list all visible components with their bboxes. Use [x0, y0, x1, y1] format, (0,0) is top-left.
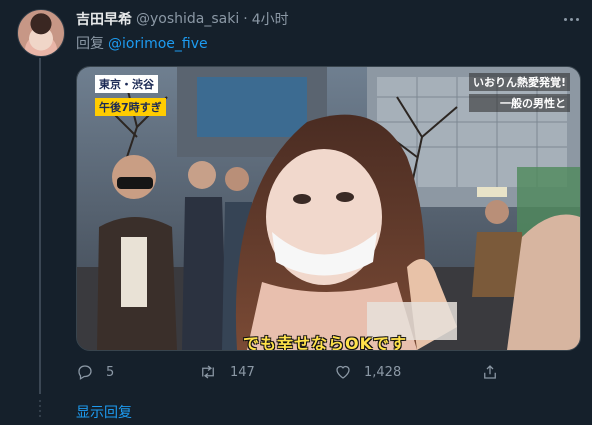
caption-right: いおりん熱愛発覚! 一般の男性と: [468, 73, 570, 115]
like-icon: [336, 365, 350, 379]
tweet-header: 吉田早希 @yoshida_saki · 4小时: [76, 9, 289, 29]
display-name[interactable]: 吉田早希: [76, 9, 132, 29]
retweet-icon: [202, 365, 214, 379]
reply-count: 5: [106, 364, 115, 380]
share-icon: [484, 365, 496, 379]
reply-context: 回复 @iorimoe_five: [76, 33, 208, 53]
separator: ·: [243, 11, 248, 27]
caption-location: 東京・渋谷: [95, 75, 158, 93]
reply-prefix: 回复: [76, 36, 104, 52]
tweet-actions: 5 147 1,428: [76, 362, 496, 382]
share-button[interactable]: [481, 362, 499, 382]
reply-mention-link[interactable]: @iorimoe_five: [108, 36, 208, 52]
retweet-count: 147: [230, 364, 255, 380]
timestamp[interactable]: 4小时: [252, 9, 289, 29]
show-replies-link[interactable]: 显示回复: [76, 402, 132, 422]
retweet-button[interactable]: 147: [198, 362, 255, 382]
thread-dots: [37, 400, 43, 424]
thread-line: [39, 58, 41, 394]
caption-left: 東京・渋谷 午後7時すぎ: [95, 73, 166, 119]
caption-headline: いおりん熱愛発覚!: [468, 73, 570, 91]
more-icon[interactable]: [558, 9, 584, 29]
avatar[interactable]: [17, 9, 65, 57]
user-handle[interactable]: @yoshida_saki: [136, 11, 239, 27]
caption-time: 午後7時すぎ: [95, 98, 166, 116]
caption-subheadline: 一般の男性と: [468, 94, 570, 112]
reply-button[interactable]: 5: [76, 362, 114, 382]
video-subtitle: でも幸せならOKです: [243, 334, 408, 351]
like-button[interactable]: 1,428: [334, 362, 401, 382]
tweet-media[interactable]: 東京・渋谷 午後7時すぎ いおりん熱愛発覚! 一般の男性と でも幸せならOKです: [76, 66, 581, 351]
like-count: 1,428: [364, 364, 402, 380]
reply-icon: [78, 365, 92, 380]
